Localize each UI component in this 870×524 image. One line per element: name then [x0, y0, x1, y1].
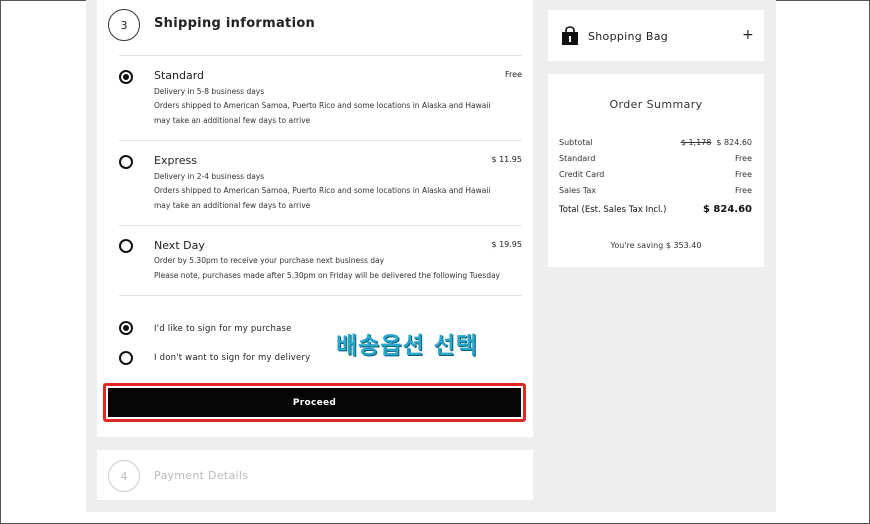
- total-label: Total (Est. Sales Tax Incl.): [559, 205, 667, 215]
- option-price: $ 19.95: [491, 240, 522, 249]
- sign-option-label: I'd like to sign for my purchase: [154, 324, 292, 334]
- summary-value: $ 1,178 $ 824.60: [681, 138, 752, 147]
- option-detail: Orders shipped to American Samoa, Puerto…: [154, 186, 491, 195]
- summary-value: Free: [735, 154, 752, 163]
- divider: [119, 295, 522, 296]
- sign-radio[interactable]: [119, 321, 133, 335]
- express-radio[interactable]: [119, 155, 133, 169]
- summary-label: Sales Tax: [559, 186, 597, 195]
- no-sign-radio[interactable]: [119, 351, 133, 365]
- summary-label: Subtotal: [559, 138, 593, 147]
- proceed-button[interactable]: Proceed: [108, 388, 521, 417]
- shopping-bag-panel[interactable]: Shopping Bag +: [548, 10, 764, 61]
- option-name: Next Day: [154, 239, 205, 252]
- step-4-indicator: 4: [108, 460, 140, 492]
- shopping-bag-icon: [562, 26, 578, 45]
- next-day-radio[interactable]: [119, 239, 133, 253]
- shipping-option-express[interactable]: Express $ 11.95 Delivery in 2-4 business…: [119, 153, 522, 223]
- shipping-option-standard[interactable]: Standard Free Delivery in 5-8 business d…: [119, 68, 522, 138]
- option-detail: may take an additional few days to arriv…: [154, 116, 311, 125]
- shipping-option-next-day[interactable]: Next Day $ 19.95 Order by 5.30pm to rece…: [119, 238, 522, 293]
- option-detail: may take an additional few days to arriv…: [154, 201, 311, 210]
- discounted-price: $ 824.60: [716, 138, 752, 147]
- option-detail: Orders shipped to American Samoa, Puerto…: [154, 101, 491, 110]
- total-value: $ 824.60: [702, 204, 752, 215]
- annotation-text: 배송옵션 선택: [336, 333, 478, 359]
- payment-section-title: Payment Details: [154, 469, 249, 482]
- divider: [119, 140, 522, 141]
- divider: [119, 55, 522, 56]
- shopping-bag-label: Shopping Bag: [588, 30, 669, 43]
- option-detail: Delivery in 5-8 business days: [154, 87, 265, 96]
- divider: [119, 225, 522, 226]
- option-detail: Order by 5.30pm to receive your purchase…: [154, 256, 385, 265]
- summary-value: Free: [735, 170, 752, 179]
- payment-details-section[interactable]: 4 Payment Details: [97, 450, 533, 500]
- option-name: Express: [154, 154, 197, 167]
- proceed-highlight: Proceed: [103, 383, 526, 422]
- summary-label: Standard: [559, 154, 596, 163]
- standard-radio[interactable]: [119, 70, 133, 84]
- original-price: $ 1,178: [680, 138, 712, 147]
- summary-label: Credit Card: [559, 170, 605, 179]
- no-sign-option-label: I don't want to sign for my delivery: [154, 353, 311, 363]
- expand-bag-icon[interactable]: +: [742, 27, 754, 43]
- order-summary-title: Order Summary: [609, 98, 703, 111]
- savings-text: You're saving $ 353.40: [610, 241, 702, 250]
- option-name: Standard: [154, 69, 205, 82]
- shipping-information-section: 3 Shipping information Standard Free Del…: [97, 0, 533, 437]
- summary-value: Free: [735, 186, 752, 195]
- step-3-indicator: 3: [108, 9, 140, 41]
- option-price: Free: [505, 70, 522, 79]
- option-detail: Delivery in 2-4 business days: [154, 172, 265, 181]
- option-price: $ 11.95: [491, 155, 522, 164]
- order-summary-panel: Order Summary Subtotal $ 1,178 $ 824.60 S…: [548, 74, 764, 267]
- shipping-section-title: Shipping information: [154, 16, 316, 31]
- option-detail: Please note, purchases made after 5.30pm…: [154, 271, 500, 280]
